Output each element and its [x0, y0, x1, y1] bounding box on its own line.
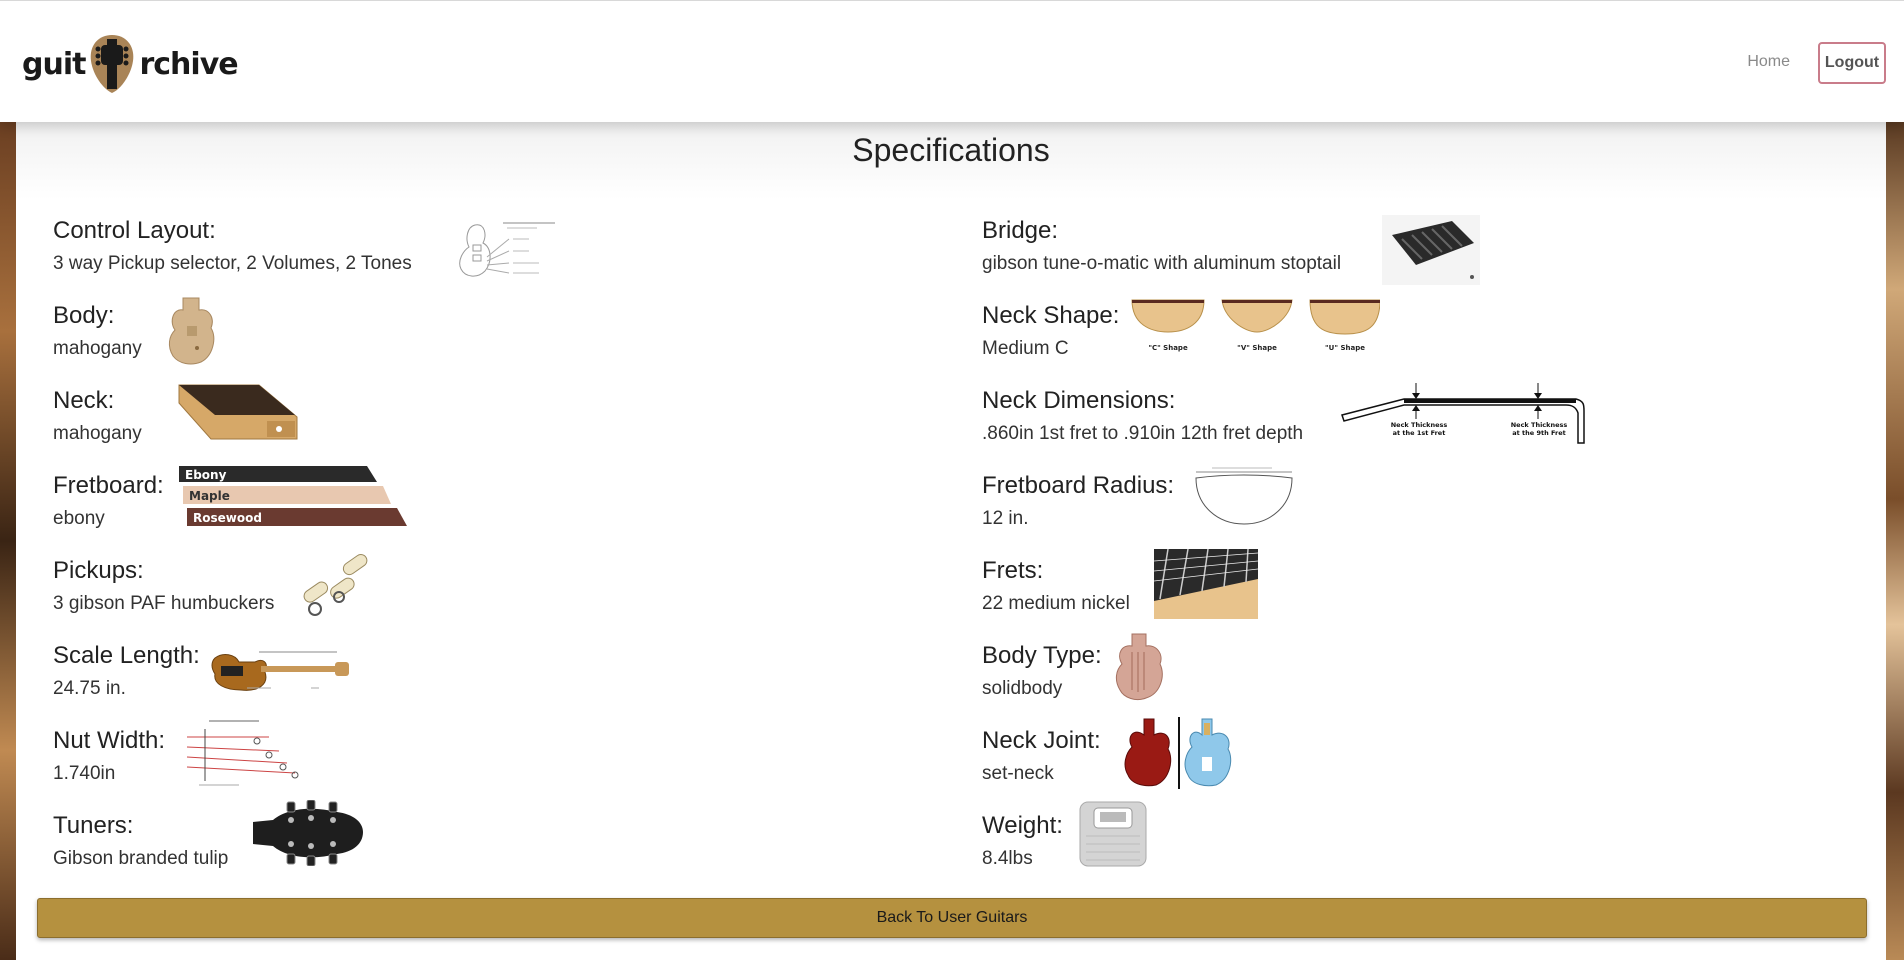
- spec-label: Scale Length:: [53, 642, 200, 669]
- neck-shapes-image: "C" Shape "V" Shape "U" Shape: [1130, 298, 1381, 361]
- spec-control-layout: Control Layout: 3 way Pickup selector, 2…: [53, 217, 753, 297]
- frets-image: [1153, 548, 1259, 624]
- spec-label: Tuners:: [53, 812, 134, 839]
- spec-value: 1.740in: [53, 763, 116, 784]
- body-type-image: [1112, 632, 1166, 707]
- spec-pickups: Pickups: 3 gibson PAF humbuckers: [53, 554, 753, 637]
- background-right: [1886, 122, 1904, 960]
- logo-text-right: rchive: [139, 46, 238, 82]
- spec-label: Neck Shape:: [982, 302, 1120, 329]
- spec-weight: Weight: 8.4lbs: [982, 801, 1782, 892]
- spec-neck-dimensions: Neck Dimensions: .860in 1st fret to .910…: [982, 383, 1782, 467]
- spec-label: Neck Joint:: [982, 727, 1101, 754]
- spec-neck-shape: Neck Shape: Medium C "C" Shape "V" Shape…: [982, 299, 1782, 382]
- spec-label: Body Type:: [982, 642, 1102, 669]
- spec-value: mahogany: [53, 423, 142, 444]
- spec-label: Control Layout:: [53, 217, 216, 244]
- scale-length-diagram-image: [211, 644, 351, 699]
- nut-width-diagram-image: [179, 717, 303, 794]
- spec-value: Gibson branded tulip: [53, 848, 229, 869]
- spec-value: 3 gibson PAF humbuckers: [53, 593, 275, 614]
- spec-tuners: Tuners: Gibson branded tulip: [53, 799, 753, 892]
- spec-value: Medium C: [982, 338, 1069, 359]
- tuners-headstock-image: [253, 799, 365, 871]
- spec-label: Frets:: [982, 557, 1044, 584]
- spec-body: Body: mahogany: [53, 297, 753, 382]
- spec-label: Fretboard:: [53, 472, 164, 499]
- spec-scale-length: Scale Length: 24.75 in.: [53, 642, 753, 722]
- control-layout-diagram-image: [457, 217, 561, 286]
- pickups-image: [299, 551, 389, 628]
- spec-fretboard-radius: Fretboard Radius: 12 in.: [982, 467, 1782, 552]
- wood-label-maple: Maple: [189, 489, 230, 503]
- spec-neck: Neck: mahogany: [53, 384, 753, 467]
- spec-value: 3 way Pickup selector, 2 Volumes, 2 Tone…: [53, 253, 412, 274]
- spec-value: .860in 1st fret to .910in 12th fret dept…: [982, 423, 1304, 444]
- spec-label: Body:: [53, 302, 115, 329]
- spec-value: gibson tune-o-matic with aluminum stopta…: [982, 253, 1342, 274]
- spec-value: mahogany: [53, 338, 142, 359]
- page-title: Specifications: [852, 132, 1050, 168]
- spec-value: 22 medium nickel: [982, 593, 1130, 614]
- neck-thickness-9th-label: Neck Thickness at the 9th Fret: [1510, 421, 1568, 437]
- spec-label: Weight:: [982, 812, 1063, 839]
- neck-shape-c-label: "C" Shape: [1148, 344, 1188, 352]
- spec-frets: Frets: 22 medium nickel: [982, 548, 1782, 637]
- fretboard-radius-diagram-image: [1192, 466, 1296, 533]
- spec-label: Pickups:: [53, 557, 144, 584]
- logo-text-left: guit: [22, 46, 86, 82]
- logo[interactable]: guit rchive: [22, 33, 239, 95]
- neck-shape-u-label: "U" Shape: [1325, 344, 1365, 352]
- neck-dimensions-diagram-image: Neck Thickness at the 1st Fret Neck Thic…: [1340, 379, 1586, 456]
- spec-value: 8.4lbs: [982, 848, 1033, 869]
- spec-label: Bridge:: [982, 217, 1059, 244]
- neck-shape-v-label: "V" Shape: [1237, 344, 1277, 352]
- weight-scale-image: [1078, 800, 1148, 873]
- guitar-neck-image: [171, 381, 301, 452]
- fretboard-woods-image: Ebony Maple Rosewood: [177, 464, 413, 535]
- neck-joint-image: [1122, 717, 1238, 794]
- wood-label-ebony: Ebony: [185, 468, 227, 482]
- spec-value: ebony: [53, 508, 105, 529]
- neck-thickness-1st-label: Neck Thickness at the 1st Fret: [1390, 421, 1448, 437]
- navbar: guit rchive Home Logout: [0, 0, 1904, 122]
- spec-neck-joint: Neck Joint: set-neck: [982, 717, 1782, 807]
- specifications-card: Specifications Control Layout: 3 way Pic…: [16, 122, 1886, 960]
- spec-value: 12 in.: [982, 508, 1029, 529]
- guitar-body-image: [165, 296, 217, 371]
- spec-fretboard: Fretboard: ebony Ebony Maple Rosewood: [53, 466, 753, 552]
- guitar-pick-icon: [87, 33, 137, 95]
- spec-value: set-neck: [982, 763, 1054, 784]
- spec-bridge: Bridge: gibson tune-o-matic with aluminu…: [982, 215, 1782, 297]
- spec-value: solidbody: [982, 678, 1063, 699]
- back-to-user-guitars-button[interactable]: Back To User Guitars: [37, 898, 1867, 938]
- background-left: [0, 122, 16, 960]
- spec-nut-width: Nut Width: 1.740in: [53, 720, 753, 807]
- nav-home-link[interactable]: Home: [1747, 53, 1790, 71]
- spec-label: Nut Width:: [53, 727, 166, 754]
- spec-value: 24.75 in.: [53, 678, 126, 699]
- spec-label: Neck:: [53, 387, 115, 414]
- wood-label-rosewood: Rosewood: [193, 511, 262, 525]
- spec-label: Neck Dimensions:: [982, 387, 1176, 414]
- spec-body-type: Body Type: solidbody: [982, 633, 1782, 722]
- bridge-image: [1382, 215, 1480, 290]
- logout-button[interactable]: Logout: [1818, 42, 1886, 84]
- spec-label: Fretboard Radius:: [982, 472, 1175, 499]
